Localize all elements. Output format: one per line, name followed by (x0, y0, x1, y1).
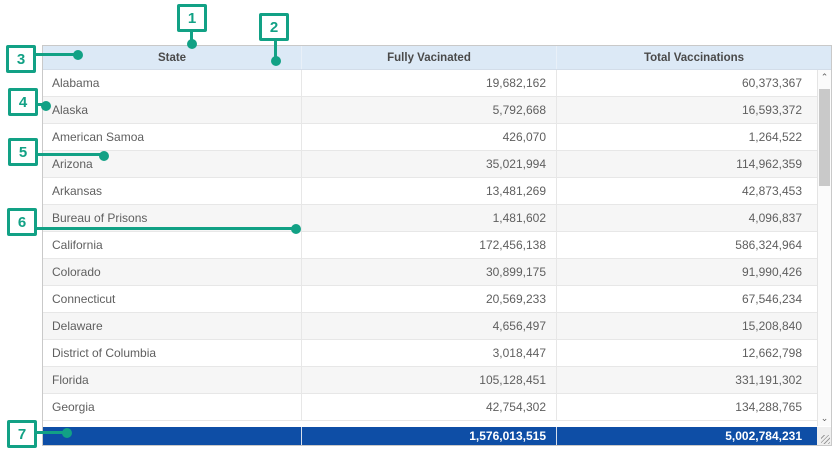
state-cell: Georgia (43, 394, 302, 420)
callout-2-dot (271, 56, 281, 66)
table-row[interactable]: Colorado 30,899,175 91,990,426 (43, 259, 817, 286)
total-vaccinations-cell: 4,096,837 (557, 205, 817, 231)
total-vaccinations-cell: 12,662,798 (557, 340, 817, 366)
scroll-down-icon[interactable]: ⌄ (818, 411, 831, 426)
callout-2-box: 2 (259, 13, 289, 41)
fully-vaccinated-cell: 3,018,447 (302, 340, 557, 366)
total-vaccinations-cell: 16,593,372 (557, 97, 817, 123)
total-vaccinations-cell: 15,208,840 (557, 313, 817, 339)
state-cell: District of Columbia (43, 340, 302, 366)
callout-3-connector (36, 53, 78, 56)
total-vaccinations-cell: 67,546,234 (557, 286, 817, 312)
vaccination-table: State Fully Vacinated Total Vaccinations… (42, 45, 832, 446)
callout-6-box: 6 (7, 208, 37, 236)
total-vaccinations-cell: 91,990,426 (557, 259, 817, 285)
callout-6-dot (291, 224, 301, 234)
total-vaccinations-cell: 1,264,522 (557, 124, 817, 150)
fully-vaccinated-cell: 19,682,162 (302, 70, 557, 96)
table-row[interactable]: District of Columbia 3,018,447 12,662,79… (43, 340, 817, 367)
state-cell: Florida (43, 367, 302, 393)
state-cell: Alabama (43, 70, 302, 96)
fully-vaccinated-cell: 5,792,668 (302, 97, 557, 123)
callout-3-dot (73, 50, 83, 60)
table-row[interactable]: Georgia 42,754,302 134,288,765 (43, 394, 817, 421)
table-header-row: State Fully Vacinated Total Vaccinations (43, 46, 831, 70)
total-vaccinations-cell: 586,324,964 (557, 232, 817, 258)
state-cell: American Samoa (43, 124, 302, 150)
state-cell: Delaware (43, 313, 302, 339)
summary-total-vaccinations-total: 5,002,784,231 (557, 427, 817, 445)
state-cell: Arkansas (43, 178, 302, 204)
resize-grip-icon[interactable] (821, 435, 830, 444)
total-vaccinations-cell: 331,191,302 (557, 367, 817, 393)
fully-vaccinated-cell: 4,656,497 (302, 313, 557, 339)
table-row[interactable]: Florida 105,128,451 331,191,302 (43, 367, 817, 394)
scroll-up-icon[interactable]: ⌃ (818, 70, 831, 85)
total-vaccinations-cell: 60,373,367 (557, 70, 817, 96)
callout-1-box: 1 (177, 4, 207, 32)
callout-5-connector (38, 153, 104, 156)
column-header-total-vaccinations[interactable]: Total Vaccinations (557, 46, 831, 69)
screenshot-canvas: State Fully Vacinated Total Vaccinations… (0, 0, 833, 453)
table-row[interactable]: Delaware 4,656,497 15,208,840 (43, 313, 817, 340)
callout-5-dot (99, 151, 109, 161)
table-row[interactable]: Arizona 35,021,994 114,962,359 (43, 151, 817, 178)
callout-6-connector (37, 227, 296, 230)
state-cell: Colorado (43, 259, 302, 285)
callout-7-dot (62, 428, 72, 438)
fully-vaccinated-cell: 35,021,994 (302, 151, 557, 177)
table-row[interactable]: American Samoa 426,070 1,264,522 (43, 124, 817, 151)
fully-vaccinated-cell: 105,128,451 (302, 367, 557, 393)
summary-fully-vaccinated-total: 1,576,013,515 (302, 427, 557, 445)
fully-vaccinated-cell: 30,899,175 (302, 259, 557, 285)
fully-vaccinated-cell: 42,754,302 (302, 394, 557, 420)
table-row[interactable]: California 172,456,138 586,324,964 (43, 232, 817, 259)
table-row[interactable]: Connecticut 20,569,233 67,546,234 (43, 286, 817, 313)
callout-5-box: 5 (8, 138, 38, 166)
fully-vaccinated-cell: 20,569,233 (302, 286, 557, 312)
fully-vaccinated-cell: 1,481,602 (302, 205, 557, 231)
callout-3-box: 3 (6, 45, 36, 73)
summary-state-cell (43, 427, 302, 445)
fully-vaccinated-cell: 13,481,269 (302, 178, 557, 204)
total-vaccinations-cell: 134,288,765 (557, 394, 817, 420)
total-vaccinations-cell: 114,962,359 (557, 151, 817, 177)
vertical-scrollbar[interactable]: ⌃ ⌄ (817, 70, 831, 426)
callout-7-box: 7 (7, 420, 37, 448)
state-cell: Connecticut (43, 286, 302, 312)
table-row[interactable]: Arkansas 13,481,269 42,873,453 (43, 178, 817, 205)
column-header-fully-vaccinated[interactable]: Fully Vacinated (302, 46, 557, 69)
callout-4-box: 4 (8, 88, 38, 116)
callout-1-dot (187, 39, 197, 49)
callout-4-dot (41, 101, 51, 111)
table-summary-row: 1,576,013,515 5,002,784,231 (43, 427, 831, 445)
state-cell: Alaska (43, 97, 302, 123)
scrollbar-thumb[interactable] (819, 89, 830, 186)
state-cell: California (43, 232, 302, 258)
table-row[interactable]: Alabama 19,682,162 60,373,367 (43, 70, 817, 97)
total-vaccinations-cell: 42,873,453 (557, 178, 817, 204)
table-row[interactable]: Alaska 5,792,668 16,593,372 (43, 97, 817, 124)
fully-vaccinated-cell: 172,456,138 (302, 232, 557, 258)
fully-vaccinated-cell: 426,070 (302, 124, 557, 150)
table-body: Alabama 19,682,162 60,373,367 Alaska 5,7… (43, 70, 817, 421)
